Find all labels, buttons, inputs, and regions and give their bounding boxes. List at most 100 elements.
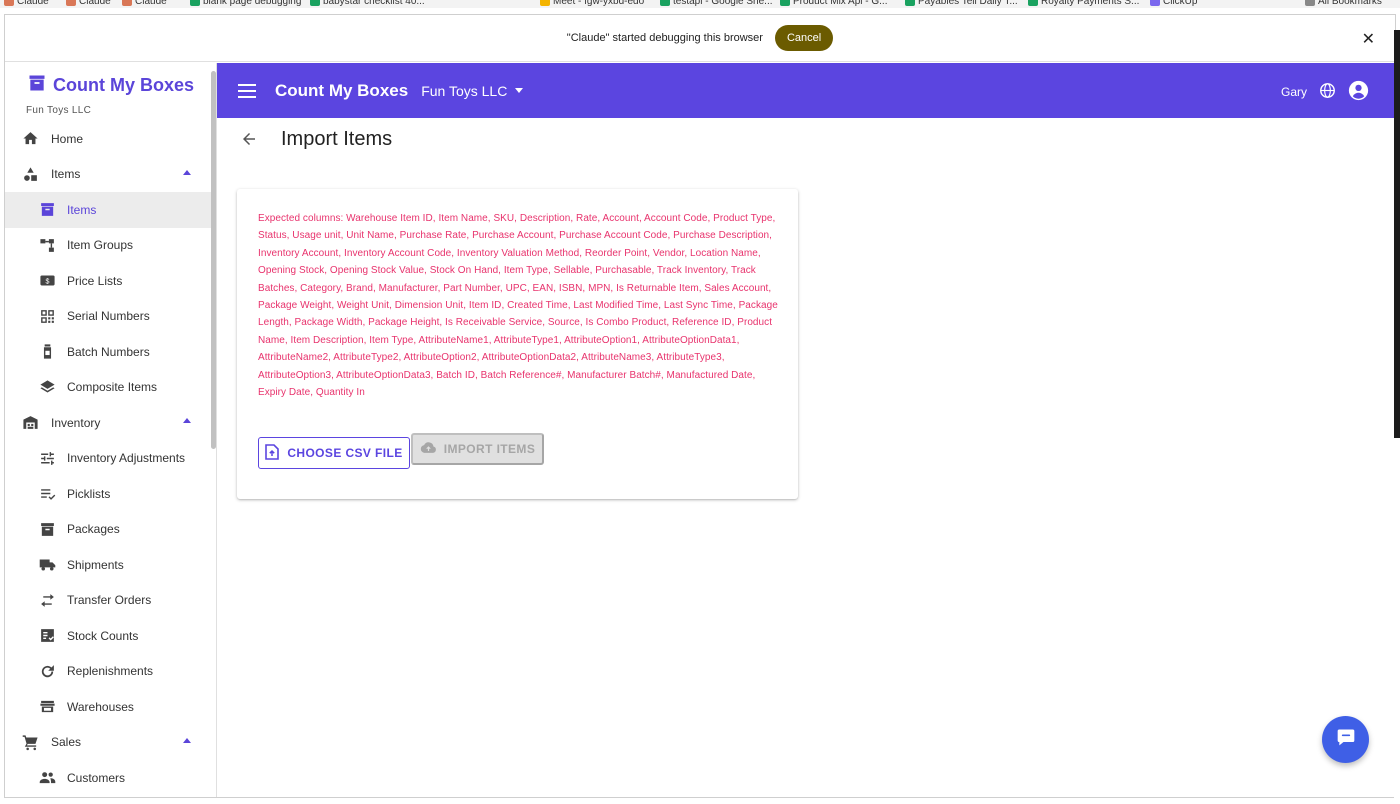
sidebar-item-transfer-orders[interactable]: Transfer Orders: [5, 583, 211, 619]
bookmark-favicon-icon: [66, 0, 76, 6]
sidebar-item-items[interactable]: Items: [5, 157, 211, 193]
sidebar-item-label: Warehouses: [67, 699, 134, 714]
bookmark-label: ClickUp: [1163, 0, 1198, 7]
brand-name: Count My Boxes: [53, 75, 195, 95]
bookmark-label: testapi - Google She...: [673, 0, 773, 7]
choose-csv-button[interactable]: CHOOSE CSV FILE: [258, 437, 410, 469]
bookmark-label: babystar checklist 40...: [323, 0, 425, 7]
debug-cancel-button[interactable]: Cancel: [774, 25, 834, 51]
bookmark-item[interactable]: Product Mix Api - G...: [780, 0, 887, 8]
bookmark-label: Royalty Payments S...: [1041, 0, 1140, 7]
sidebar-item-composite-items[interactable]: Composite Items: [5, 370, 211, 406]
app-title: Count My Boxes: [275, 80, 409, 100]
sidebar-item-label: Batch Numbers: [67, 344, 150, 359]
sidebar-item-label: Inventory Adjustments: [67, 451, 186, 466]
debug-notification-bar: "Claude" started debugging this browser …: [5, 15, 1395, 62]
sidebar-item-customers[interactable]: Customers: [5, 760, 211, 796]
bottle-icon: [38, 343, 56, 361]
sidebar-item-picklists[interactable]: Picklists: [5, 476, 211, 512]
archive-box-icon: [27, 73, 47, 98]
bookmark-item[interactable]: blank page debugging: [190, 0, 301, 8]
brand[interactable]: Count My Boxes: [27, 73, 194, 98]
sidebar-item-replenishments[interactable]: Replenishments: [5, 654, 211, 690]
sidebar-item-label: Replenishments: [67, 664, 154, 679]
back-arrow-icon[interactable]: [237, 127, 261, 151]
bookmark-item[interactable]: Claude: [4, 0, 49, 8]
bookmark-favicon-icon: [310, 0, 320, 6]
hierarchy-icon: [38, 236, 56, 254]
archive-box-icon: [38, 201, 56, 219]
sidebar-item-shipments[interactable]: Shipments: [5, 547, 211, 583]
sidebar-item-inventory-adjustments[interactable]: Inventory Adjustments: [5, 441, 211, 477]
choose-csv-label: CHOOSE CSV FILE: [287, 446, 403, 460]
company-name: Fun Toys LLC: [421, 82, 508, 99]
home-icon: [21, 130, 39, 148]
sidebar-item-label: Transfer Orders: [67, 593, 152, 608]
browser-viewport: "Claude" started debugging this browser …: [4, 14, 1396, 798]
menu-icon[interactable]: [237, 81, 257, 101]
sidebar-item-packages[interactable]: Packages: [5, 512, 211, 548]
refresh-icon: [38, 662, 56, 680]
sidebar-nav: Home Items Items Item Groups $ Price Lists Ser…: [5, 121, 211, 796]
bookmark-item[interactable]: testapi - Google She...: [660, 0, 773, 8]
bookmark-item[interactable]: Claude: [122, 0, 167, 8]
user-name: Gary: [1280, 85, 1307, 99]
account-icon[interactable]: [1348, 80, 1369, 104]
sidebar: Count My Boxes Fun Toys LLC Home Items Ite…: [5, 63, 217, 797]
bookmark-item[interactable]: All Bookmarks: [1305, 0, 1382, 8]
bookmark-item[interactable]: Royalty Payments S...: [1028, 0, 1139, 8]
bookmark-label: Product Mix Api - G...: [793, 0, 888, 7]
brand-company: Fun Toys LLC: [26, 105, 92, 116]
price-tag-icon: $: [38, 272, 56, 290]
bookmark-favicon-icon: [4, 0, 14, 6]
company-selector[interactable]: Fun Toys LLC: [421, 82, 524, 99]
sidebar-scrollbar[interactable]: [211, 71, 216, 449]
import-items-button[interactable]: IMPORT ITEMS: [411, 433, 544, 465]
warehouse-icon: [21, 414, 39, 432]
bookmark-favicon-icon: [1150, 0, 1160, 6]
globe-icon[interactable]: [1319, 82, 1336, 102]
bookmark-label: Claude: [79, 0, 111, 7]
layers-icon: [38, 378, 56, 396]
sidebar-item-stock-counts[interactable]: Stock Counts: [5, 618, 211, 654]
chevron-up-icon[interactable]: [183, 418, 191, 423]
bookmark-item[interactable]: Claude: [66, 0, 111, 8]
sidebar-item-label: Items: [51, 167, 81, 182]
bookmark-item[interactable]: Payables Tell Daily T...: [905, 0, 1018, 8]
chevron-up-icon[interactable]: [183, 737, 191, 743]
bookmark-favicon-icon: [540, 0, 550, 6]
truck-icon: [38, 556, 56, 574]
sidebar-item-item-groups[interactable]: Item Groups: [5, 228, 211, 264]
sidebar-item-serial-numbers[interactable]: Serial Numbers: [5, 299, 211, 335]
sidebar-item-items[interactable]: Items: [5, 192, 211, 228]
bookmark-label: Claude: [17, 0, 49, 7]
close-icon[interactable]: ✕: [1362, 29, 1375, 49]
app-bar: Count My Boxes Fun Toys LLC Gary: [217, 63, 1395, 118]
chat-fab[interactable]: [1322, 716, 1369, 763]
archive-box-icon: [38, 520, 56, 538]
sidebar-item-label: Sales: [51, 735, 82, 750]
sidebar-item-label: Serial Numbers: [67, 309, 150, 324]
sidebar-item-home[interactable]: Home: [5, 121, 211, 157]
bookmark-item[interactable]: Meet - fgw-yxbd-edo: [540, 0, 644, 8]
bookmark-favicon-icon: [780, 0, 790, 6]
cloud-upload-icon: [420, 441, 437, 457]
sidebar-item-warehouses[interactable]: Warehouses: [5, 689, 211, 725]
sidebar-item-label: Packages: [67, 522, 120, 537]
store-icon: [38, 698, 56, 716]
bookmark-favicon-icon: [1305, 0, 1315, 6]
bookmark-item[interactable]: ClickUp: [1150, 0, 1197, 8]
bookmark-favicon-icon: [1028, 0, 1038, 6]
bookmark-label: Meet - fgw-yxbd-edo: [553, 0, 645, 7]
import-card: Expected columns: Warehouse Item ID, Ite…: [237, 189, 798, 499]
sidebar-item-price-lists[interactable]: $ Price Lists: [5, 263, 211, 299]
sidebar-item-inventory[interactable]: Inventory: [5, 405, 211, 441]
sidebar-item-sales[interactable]: Sales: [5, 725, 211, 761]
sidebar-item-batch-numbers[interactable]: Batch Numbers: [5, 334, 211, 370]
expected-columns-text: Expected columns: Warehouse Item ID, Ite…: [258, 213, 778, 399]
bookmark-item[interactable]: babystar checklist 40...: [310, 0, 425, 8]
chevron-up-icon[interactable]: [183, 169, 191, 175]
import-items-label: IMPORT ITEMS: [443, 442, 536, 456]
sidebar-item-label: Home: [51, 131, 84, 146]
cart-icon: [21, 733, 39, 751]
